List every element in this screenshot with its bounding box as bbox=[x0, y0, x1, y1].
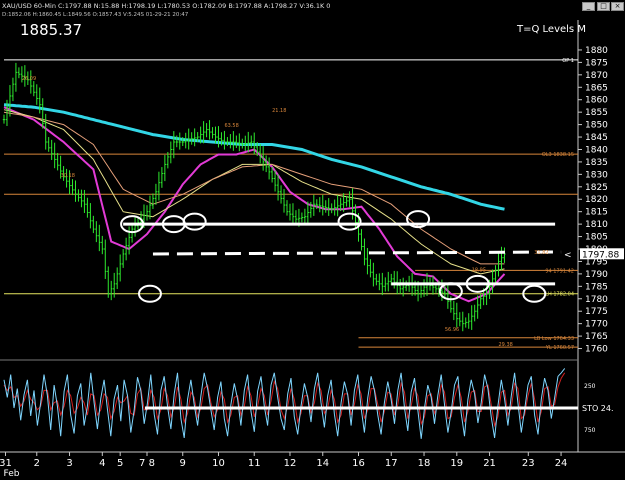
ohlc-subheader: D:1852.06 H:1860.45 L:1849.56 O:1857.43 … bbox=[2, 12, 189, 18]
price-tick-label: 1785 bbox=[585, 282, 608, 292]
chart-label: 63.58 bbox=[224, 123, 238, 129]
price-tick-label: 1820 bbox=[585, 195, 608, 205]
ohlc-header: XAU/USD 60-Min C:1797.88 N:15.88 H:1798.… bbox=[2, 2, 330, 10]
stochastic-tick-label: 750 bbox=[584, 427, 596, 434]
price-tick-label: 1865 bbox=[585, 83, 608, 93]
price-tick-label: 1830 bbox=[585, 170, 608, 180]
price-tick-label: 1835 bbox=[585, 158, 608, 168]
price-tick-label: 1815 bbox=[585, 208, 608, 218]
big-price-readout: 1885.37 bbox=[20, 21, 82, 39]
time-tick-label: 5 bbox=[117, 458, 123, 469]
time-tick-label: 16 bbox=[352, 458, 365, 469]
price-tick-label: 1810 bbox=[585, 220, 608, 230]
month-label: Feb bbox=[4, 469, 20, 479]
price-tick-label: 1765 bbox=[585, 332, 608, 342]
price-tick-label: 1850 bbox=[585, 121, 608, 131]
maximize-button[interactable]: □ bbox=[597, 2, 610, 11]
price-chart[interactable]: OP 1 OL3 1838.15 94 1791.42 LH 1782.04 LB Lo… bbox=[0, 0, 625, 480]
price-tick-label: 1780 bbox=[585, 295, 608, 305]
price-tick-label: 1870 bbox=[585, 71, 608, 81]
dashed-trend-line bbox=[152, 250, 562, 256]
price-tick-label: 1845 bbox=[585, 133, 608, 143]
time-tick-label: 4 bbox=[99, 458, 105, 469]
time-tick-label: 24 bbox=[555, 458, 568, 469]
time-tick-label: 9 bbox=[180, 458, 186, 469]
stochastic-readout: STO 24. bbox=[582, 404, 614, 413]
time-tick-label: 17 bbox=[385, 458, 398, 469]
price-tick-label: 1760 bbox=[585, 345, 608, 355]
time-tick-label: 2 bbox=[34, 458, 40, 469]
last-price-arrow: < bbox=[564, 250, 572, 260]
price-tick-label: 1770 bbox=[585, 320, 608, 330]
level-label: LB Low 1764.33 bbox=[534, 336, 574, 342]
time-tick-label: 19 bbox=[450, 458, 463, 469]
time-tick-label: 10 bbox=[212, 458, 225, 469]
level-label: LH 1782.04 bbox=[545, 292, 574, 298]
time-tick-label: 11 bbox=[248, 458, 261, 469]
price-tick-label: 1855 bbox=[585, 108, 608, 118]
time-tick-label: 31 bbox=[0, 458, 12, 469]
chart-label: 18.95 bbox=[472, 267, 486, 273]
price-tick-label: 1880 bbox=[585, 46, 608, 56]
level-label: OL3 1838.15 bbox=[542, 152, 574, 158]
level-label: 94 1791.42 bbox=[545, 268, 574, 274]
time-tick-label: 14 bbox=[316, 458, 329, 469]
time-tick-label: 21 bbox=[483, 458, 496, 469]
price-tick-label: 1775 bbox=[585, 307, 608, 317]
price-tick-label: 1805 bbox=[585, 233, 608, 243]
stochastic-tick-label: 250 bbox=[584, 383, 596, 390]
price-tick-label: 1875 bbox=[585, 58, 608, 68]
time-tick-label: 12 bbox=[284, 458, 297, 469]
chart-label: 56.96 bbox=[445, 327, 459, 333]
time-tick-label: 23 bbox=[522, 458, 535, 469]
time-tick-label: 18 bbox=[418, 458, 431, 469]
chart-label: 21.18 bbox=[272, 108, 286, 114]
indicator-title: T=Q Levels M bbox=[516, 24, 586, 35]
chart-label: 29.38 bbox=[499, 342, 513, 348]
price-tick-label: 1790 bbox=[585, 270, 608, 280]
price-tick-label: 1840 bbox=[585, 145, 608, 155]
chart-label: 30.18 bbox=[61, 173, 75, 179]
price-tick-label: 1860 bbox=[585, 96, 608, 106]
price-tick-label: 1825 bbox=[585, 183, 608, 193]
minimize-button[interactable]: _ bbox=[582, 2, 595, 11]
time-tick-label: 3 bbox=[66, 458, 72, 469]
close-button[interactable]: × bbox=[611, 2, 624, 11]
chart-label: 31.82 bbox=[534, 250, 548, 256]
time-tick-label: 7 8 bbox=[139, 458, 155, 469]
level-label: YL 1760.57 bbox=[545, 345, 574, 351]
chart-label: 26.09 bbox=[22, 76, 36, 82]
level-label: OP 1 bbox=[562, 58, 574, 64]
last-price-label: 1797.88 bbox=[582, 250, 619, 260]
